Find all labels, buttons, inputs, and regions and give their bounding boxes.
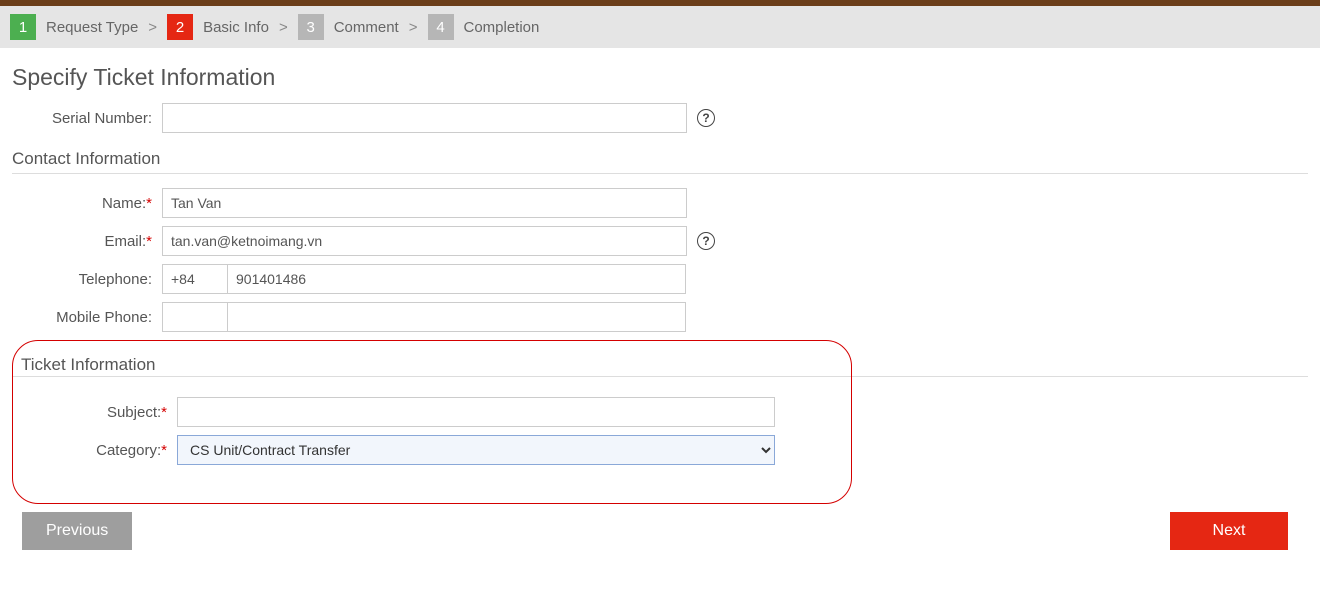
breadcrumb-sep: > bbox=[148, 19, 157, 36]
name-input[interactable] bbox=[162, 188, 687, 218]
subject-input[interactable] bbox=[177, 397, 775, 427]
serial-input[interactable] bbox=[162, 103, 687, 133]
email-label: Email:* bbox=[12, 233, 162, 250]
mobile-input[interactable] bbox=[227, 302, 686, 332]
breadcrumb-sep: > bbox=[409, 19, 418, 36]
step-3-box: 3 bbox=[298, 14, 324, 40]
mobile-label: Mobile Phone: bbox=[12, 309, 162, 326]
step-4-label: Completion bbox=[464, 19, 540, 36]
contact-section-title: Contact Information bbox=[12, 149, 1308, 169]
next-button[interactable]: Next bbox=[1170, 512, 1288, 550]
name-label: Name:* bbox=[12, 195, 162, 212]
step-2-box[interactable]: 2 bbox=[167, 14, 193, 40]
category-label: Category:* bbox=[17, 442, 177, 459]
mobile-code-input[interactable] bbox=[162, 302, 228, 332]
category-select[interactable]: CS Unit/Contract Transfer bbox=[177, 435, 775, 465]
step-1-label[interactable]: Request Type bbox=[46, 19, 138, 36]
breadcrumb-sep: > bbox=[279, 19, 288, 36]
ticket-section-title: Ticket Information bbox=[21, 355, 841, 375]
serial-label: Serial Number: bbox=[12, 110, 162, 127]
step-2-label[interactable]: Basic Info bbox=[203, 19, 269, 36]
step-1-box[interactable]: 1 bbox=[10, 14, 36, 40]
step-4-box: 4 bbox=[428, 14, 454, 40]
previous-button[interactable]: Previous bbox=[22, 512, 132, 550]
help-icon[interactable]: ? bbox=[697, 232, 715, 250]
section-divider bbox=[12, 173, 1308, 174]
subject-label: Subject:* bbox=[17, 404, 177, 421]
breadcrumb: 1 Request Type > 2 Basic Info > 3 Commen… bbox=[0, 6, 1320, 48]
help-icon[interactable]: ? bbox=[697, 109, 715, 127]
step-3-label: Comment bbox=[334, 19, 399, 36]
telephone-code-input[interactable] bbox=[162, 264, 228, 294]
email-input[interactable] bbox=[162, 226, 687, 256]
telephone-input[interactable] bbox=[227, 264, 686, 294]
telephone-label: Telephone: bbox=[12, 271, 162, 288]
ticket-highlight: Ticket Information Subject:* Category:* … bbox=[12, 340, 852, 504]
page-title: Specify Ticket Information bbox=[12, 64, 1308, 91]
